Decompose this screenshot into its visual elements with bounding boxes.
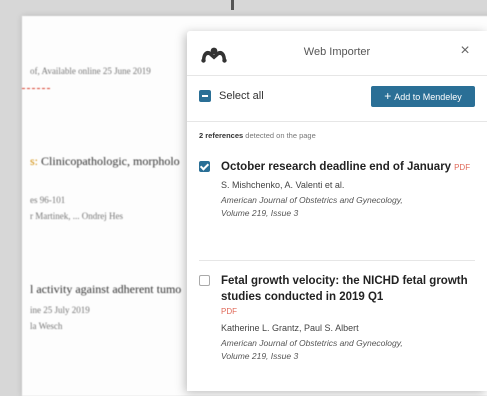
reference-body: Fetal growth velocity: the NICHD fetal g… bbox=[221, 273, 475, 363]
panel-title: Web Importer bbox=[303, 46, 371, 58]
close-icon[interactable]: × bbox=[457, 43, 473, 59]
bg-line-5: l activity against adherent tumo bbox=[30, 282, 182, 296]
bg-line-1: of, Available online 25 June 2019 bbox=[30, 66, 151, 76]
bg-line-7: la Wesch bbox=[30, 321, 63, 331]
unchecked-checkbox-icon[interactable] bbox=[199, 275, 210, 286]
minus-checkbox-icon[interactable] bbox=[199, 90, 211, 102]
reference-journal-line-1: American Journal of Obstetrics and Gynec… bbox=[221, 195, 403, 205]
reference-title[interactable]: Fetal growth velocity: the NICHD fetal g… bbox=[221, 273, 475, 305]
reference-journal: American Journal of Obstetrics and Gynec… bbox=[221, 337, 475, 363]
top-divider-mark bbox=[231, 0, 234, 10]
reference-count: 2 references detected on the page bbox=[199, 131, 316, 140]
reference-authors: Katherine L. Grantz, Paul S. Albert bbox=[221, 323, 359, 333]
web-importer-panel: Web Importer × Select all + Add to Mendel… bbox=[187, 31, 487, 391]
add-button-label: Add to Mendeley bbox=[394, 92, 462, 102]
reference-title[interactable]: October research deadline end of January… bbox=[221, 159, 475, 176]
reference-count-number: 2 references bbox=[199, 131, 244, 140]
bg-line-6: ine 25 July 2019 bbox=[30, 305, 90, 315]
select-all-row: Select all + Add to Mendeley bbox=[199, 84, 475, 110]
reference-journal-line-2: Volume 219, Issue 3 bbox=[221, 208, 299, 218]
reference-body: October research deadline end of January… bbox=[221, 159, 475, 220]
add-to-mendeley-button[interactable]: + Add to Mendeley bbox=[371, 86, 475, 107]
reference-authors: S. Mishchenko, A. Valenti et al. bbox=[221, 180, 345, 190]
select-all-label[interactable]: Select all bbox=[219, 90, 264, 102]
reference-count-text: detected on the page bbox=[243, 131, 316, 140]
bg-line-4: r Martinek, ... Ondrej Hes bbox=[30, 211, 123, 221]
pdf-badge[interactable]: PDF bbox=[454, 163, 470, 172]
header-divider bbox=[187, 75, 487, 76]
select-divider bbox=[187, 121, 487, 122]
bg-line-3: es 96-101 bbox=[30, 195, 66, 205]
highlight-dash bbox=[22, 88, 50, 89]
reference-journal-line-2: Volume 219, Issue 3 bbox=[221, 351, 299, 361]
reference-journal-line-1: American Journal of Obstetrics and Gynec… bbox=[221, 338, 403, 348]
plus-icon: + bbox=[384, 89, 392, 103]
checked-checkbox-icon[interactable] bbox=[199, 161, 210, 172]
bg-line-2-text: Clinicopathologic, morpholo bbox=[38, 154, 180, 168]
bg-line-2: s: Clinicopathologic, morpholo bbox=[30, 154, 180, 169]
reference-title-text: October research deadline end of January bbox=[221, 161, 452, 173]
panel-header: Web Importer × bbox=[187, 31, 487, 75]
bg-line-2-accent: s: bbox=[30, 154, 39, 168]
reference-divider bbox=[199, 260, 475, 261]
reference-journal: American Journal of Obstetrics and Gynec… bbox=[221, 194, 475, 220]
pdf-badge[interactable]: PDF bbox=[221, 305, 475, 319]
